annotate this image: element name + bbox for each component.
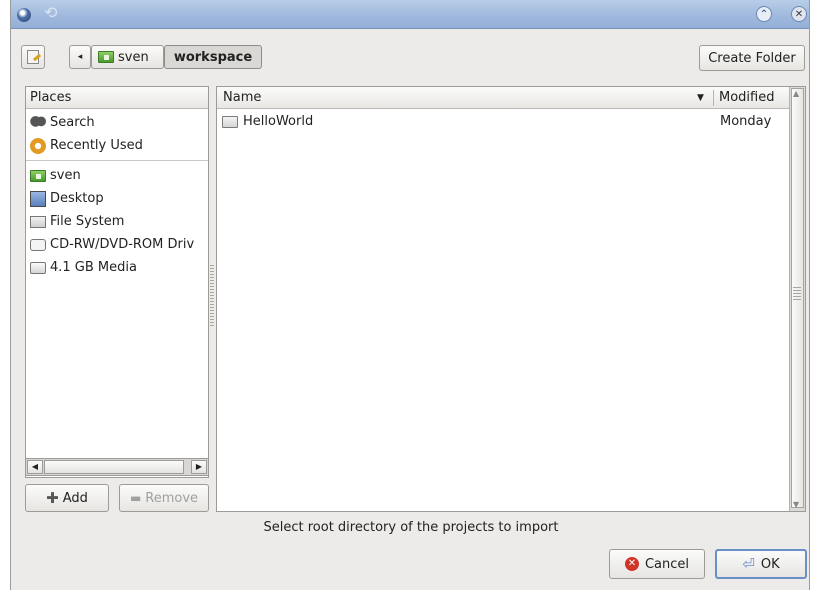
add-icon: ✚ <box>46 489 59 507</box>
cdrom-icon <box>30 238 46 251</box>
type-location-button[interactable] <box>21 45 45 69</box>
app-icon <box>17 8 31 22</box>
column-divider[interactable] <box>713 90 714 106</box>
places-panel: Places Search Recently Used sven Desktop <box>25 86 209 478</box>
remove-icon: ▬ <box>129 491 142 505</box>
breadcrumb-current-button[interactable]: workspace <box>164 45 262 69</box>
places-divider <box>26 160 208 161</box>
places-list: Search Recently Used sven Desktop File S… <box>26 109 208 279</box>
file-modified: Monday <box>720 114 772 129</box>
home-folder-icon <box>98 51 114 63</box>
place-item-cdrom[interactable]: CD-RW/DVD-ROM Driv <box>26 233 208 256</box>
place-item-media[interactable]: 4.1 GB Media <box>26 256 208 279</box>
scroll-up-arrow-icon[interactable]: ▲ <box>793 89 799 98</box>
path-back-button[interactable]: ◂ <box>69 45 91 69</box>
create-folder-button[interactable]: Create Folder <box>699 45 805 71</box>
places-horizontal-scrollbar[interactable]: ◀ ▶ <box>25 458 209 476</box>
scroll-right-arrow-icon[interactable]: ▶ <box>191 460 207 474</box>
remove-bookmark-button: ▬ Remove <box>119 484 209 512</box>
file-name: HelloWorld <box>243 114 314 129</box>
place-label: Recently Used <box>50 138 143 153</box>
ok-button[interactable]: ⏎ OK <box>715 549 807 579</box>
file-list-header: Name ▼ Modified <box>217 87 789 109</box>
place-label: File System <box>50 214 125 229</box>
folder-icon <box>222 116 238 128</box>
filesystem-icon <box>30 215 46 228</box>
edit-location-icon <box>27 50 39 64</box>
scroll-left-arrow-icon[interactable]: ◀ <box>27 460 43 474</box>
desktop-icon <box>30 190 46 207</box>
place-item-search[interactable]: Search <box>26 111 208 134</box>
scrollbar-thumb[interactable] <box>44 460 184 474</box>
title-bar[interactable]: ⟲ ⌃ ✕ <box>11 0 809 29</box>
place-item-home[interactable]: sven <box>26 164 208 187</box>
file-row[interactable]: HelloWorld Monday <box>217 111 789 133</box>
file-list-panel: Name ▼ Modified HelloWorld Monday ▲ ▼ <box>216 86 806 512</box>
place-label: 4.1 GB Media <box>50 260 137 275</box>
cancel-button[interactable]: ✕ Cancel <box>609 549 705 579</box>
scroll-down-arrow-icon[interactable]: ▼ <box>793 500 799 509</box>
places-header[interactable]: Places <box>26 87 208 109</box>
place-label: Search <box>50 115 95 130</box>
cancel-label: Cancel <box>644 556 690 572</box>
add-label: Add <box>62 490 88 506</box>
scrollbar-grip-icon <box>793 287 801 301</box>
breadcrumb-home-button[interactable]: sven <box>91 45 164 69</box>
dialog-message: Select root directory of the projects to… <box>263 520 559 535</box>
place-item-file-system[interactable]: File System <box>26 210 208 233</box>
close-button[interactable]: ✕ <box>791 6 807 22</box>
recent-icon <box>30 137 46 154</box>
sort-descending-icon[interactable]: ▼ <box>697 87 704 109</box>
column-header-modified[interactable]: Modified <box>719 87 774 109</box>
minimize-button[interactable]: ⌃ <box>756 6 772 22</box>
pane-splitter-handle[interactable] <box>210 265 214 327</box>
remove-label: Remove <box>145 490 199 506</box>
place-item-desktop[interactable]: Desktop <box>26 187 208 210</box>
column-header-name[interactable]: Name <box>223 87 261 109</box>
home-folder-icon <box>30 169 46 182</box>
place-label: sven <box>50 168 81 183</box>
file-list-vertical-scrollbar[interactable]: ▲ ▼ <box>789 87 805 511</box>
add-bookmark-button[interactable]: ✚ Add <box>25 484 109 512</box>
place-item-recently-used[interactable]: Recently Used <box>26 134 208 157</box>
window-menu-icon[interactable]: ⟲ <box>44 4 62 22</box>
file-chooser-dialog: ⟲ ⌃ ✕ ◂ sven workspace Create Folder Pla… <box>10 0 810 590</box>
drive-icon <box>30 261 46 274</box>
ok-label: OK <box>760 556 780 572</box>
place-label: CD-RW/DVD-ROM Driv <box>50 237 195 252</box>
cancel-icon: ✕ <box>624 557 639 571</box>
breadcrumb-home-label: sven <box>118 49 149 65</box>
breadcrumb-current-label: workspace <box>173 49 253 65</box>
place-label: Desktop <box>50 191 104 206</box>
ok-icon: ⏎ <box>742 555 755 573</box>
search-icon <box>30 114 46 131</box>
